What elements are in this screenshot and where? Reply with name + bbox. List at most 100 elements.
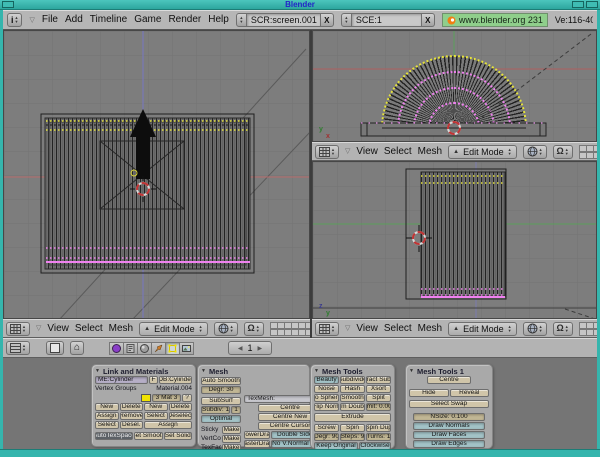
menu-add[interactable]: Add xyxy=(65,15,83,25)
optimal-toggle[interactable]: Optimal xyxy=(201,415,241,423)
vgroup-new-button[interactable]: New xyxy=(95,403,119,411)
viewport-type-button[interactable]: ▲▼ xyxy=(315,145,339,159)
pivot-button[interactable]: Ω ▲▼ xyxy=(553,322,573,336)
hash-button[interactable]: Hash xyxy=(340,385,365,393)
screen-browse-icon[interactable]: ▲▼ xyxy=(236,13,247,27)
viewport-top[interactable]: y x xyxy=(312,30,597,142)
flip-norm-button[interactable]: Flip Norm xyxy=(314,403,339,411)
frame-next-icon[interactable]: ▶ xyxy=(258,345,263,352)
viewport-front[interactable] xyxy=(3,30,310,319)
buttons-workspace[interactable]: ▼ Link and Materials ME:Cylinder F OB:Cy… xyxy=(3,358,597,449)
panel-alignment-button[interactable] xyxy=(46,341,64,355)
fract-subd-button[interactable]: Fract Subd xyxy=(366,376,391,384)
material-deselect-button[interactable]: Deselect xyxy=(169,412,193,420)
material-delete-button[interactable]: Delete xyxy=(169,403,193,411)
fake-user-button[interactable]: F xyxy=(149,376,158,384)
faster-draw-button[interactable]: FasterDraw xyxy=(244,440,270,448)
mode-dropdown[interactable]: ▲ Edit Mode ▲▼ xyxy=(448,145,516,159)
menu-select[interactable]: Select xyxy=(384,323,412,334)
scene-browse-icon[interactable]: ▲▼ xyxy=(341,13,352,27)
centre-button[interactable]: Centre xyxy=(427,376,471,384)
viewport-type-button[interactable]: ▲▼ xyxy=(315,322,339,336)
material-assign-button[interactable]: Assign xyxy=(144,421,192,429)
noise-button[interactable]: Noise xyxy=(314,385,339,393)
extrude-button[interactable]: Extrude xyxy=(314,413,391,422)
menu-select[interactable]: Select xyxy=(75,323,103,334)
nsize-field[interactable]: NSize: 0.100 xyxy=(413,413,485,421)
draw-edges-toggle[interactable]: Draw Edges xyxy=(413,440,485,448)
home-button[interactable]: ⌂ xyxy=(70,341,84,355)
to-sphere-button[interactable]: To Sphere xyxy=(314,394,339,402)
panel-title[interactable]: Link and Materials xyxy=(103,367,168,376)
menu-file[interactable]: File xyxy=(42,15,58,25)
window-border-left[interactable] xyxy=(0,10,3,457)
beauty-toggle[interactable]: Beauty xyxy=(314,376,339,384)
menu-collapse-icon[interactable]: ▽ xyxy=(29,17,34,24)
spin-button[interactable]: Spin xyxy=(340,424,365,432)
buttons-window-type-button[interactable]: ▲▼ xyxy=(6,341,30,355)
draw-faces-toggle[interactable]: Draw Faces xyxy=(413,431,485,439)
panel-collapse-icon[interactable]: ▼ xyxy=(314,369,319,374)
vgroup-assign-button[interactable]: Assign xyxy=(95,412,119,420)
menu-help[interactable]: Help xyxy=(208,15,229,25)
draw-mode-button[interactable]: ▲▼ xyxy=(214,322,238,336)
frame-prev-icon[interactable]: ◀ xyxy=(238,345,243,352)
menu-mesh[interactable]: Mesh xyxy=(109,323,133,334)
xsort-button[interactable]: Xsort xyxy=(366,385,391,393)
minimize-button[interactable] xyxy=(572,1,584,8)
subdivide-button[interactable]: Subdivide xyxy=(340,376,365,384)
degr-field[interactable]: Degr: 90 xyxy=(314,433,339,441)
clockwise-toggle[interactable]: Clockwise xyxy=(359,442,391,449)
split-button[interactable]: Split xyxy=(366,394,391,402)
maximize-button[interactable] xyxy=(586,1,598,8)
scene-delete-button[interactable]: X xyxy=(422,13,435,27)
draw-mode-button[interactable]: ▲▼ xyxy=(523,145,547,159)
smooth-button[interactable]: Smooth xyxy=(340,394,365,402)
hide-button[interactable]: Hide xyxy=(409,389,449,397)
shading-context-button[interactable] xyxy=(137,342,152,355)
window-menu-button[interactable] xyxy=(2,1,14,8)
subdiv-render-field[interactable]: 1 xyxy=(231,406,241,414)
autotexspace-button[interactable]: AutoTexSpace xyxy=(95,432,133,440)
panel-title[interactable]: Mesh xyxy=(209,367,228,376)
mesh-name-field[interactable]: ME:Cylinder xyxy=(95,376,148,384)
menu-mesh[interactable]: Mesh xyxy=(418,146,442,157)
spin-dup-button[interactable]: Spin Dup xyxy=(366,424,391,432)
frame-number-field[interactable]: ◀ 1 ▶ xyxy=(228,341,272,355)
set-solid-button[interactable]: Set Solid xyxy=(164,432,193,440)
screen-delete-button[interactable]: X xyxy=(321,13,334,27)
layer-buttons[interactable] xyxy=(270,322,310,336)
limit-field[interactable]: Limit: 0.001 xyxy=(366,403,391,411)
object-context-button[interactable] xyxy=(151,342,166,355)
sticky-make-button[interactable]: Make xyxy=(222,426,241,434)
vgroup-remove-button[interactable]: Remove xyxy=(120,412,144,420)
logic-context-button[interactable] xyxy=(109,342,124,355)
material-color-swatch[interactable] xyxy=(141,394,151,402)
panel-title[interactable]: Mesh Tools 1 xyxy=(417,367,464,376)
viewport-side[interactable]: z y xyxy=(312,161,597,319)
menu-view[interactable]: View xyxy=(356,323,378,334)
keep-original-toggle[interactable]: Keep Original xyxy=(314,442,358,449)
auto-smooth-toggle[interactable]: Auto Smooth xyxy=(201,377,241,385)
turns-field[interactable]: Turns: 1 xyxy=(366,433,391,441)
rem-doubles-button[interactable]: Rem Doubles xyxy=(340,403,365,411)
material-index-field[interactable]: 3 Mat 3 xyxy=(152,394,181,402)
menu-mesh[interactable]: Mesh xyxy=(418,323,442,334)
set-smooth-button[interactable]: Set Smooth xyxy=(134,432,163,440)
panel-collapse-icon[interactable]: ▼ xyxy=(409,369,414,374)
menu-view[interactable]: View xyxy=(47,323,69,334)
screw-button[interactable]: Screw xyxy=(314,424,339,432)
panel-title[interactable]: Mesh Tools xyxy=(322,367,363,376)
layer-buttons[interactable] xyxy=(579,322,597,336)
scene-context-button[interactable] xyxy=(179,342,194,355)
material-select-button[interactable]: Select xyxy=(144,412,168,420)
mode-dropdown[interactable]: ▲ Edit Mode ▲▼ xyxy=(448,322,516,336)
subsurf-toggle[interactable]: SubSurf xyxy=(201,397,241,405)
panel-collapse-icon[interactable]: ▼ xyxy=(201,369,206,374)
steps-field[interactable]: Steps: 9 xyxy=(340,433,365,441)
layer-buttons[interactable] xyxy=(579,145,597,159)
header-collapse-icon[interactable]: ▽ xyxy=(345,325,350,332)
viewport-type-button[interactable]: ▲▼ xyxy=(6,322,30,336)
screen-name-field[interactable]: SCR:screen.001 xyxy=(247,13,321,27)
reveal-button[interactable]: Reveal xyxy=(450,389,490,397)
